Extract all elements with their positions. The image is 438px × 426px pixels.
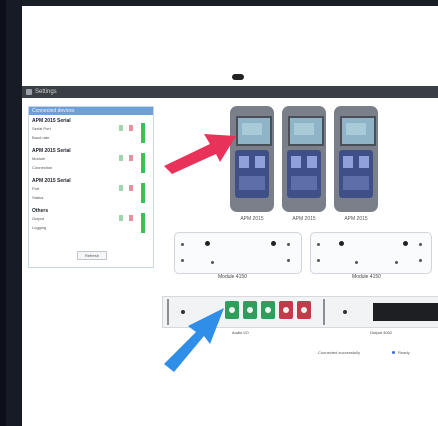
window-titlebar: Settings	[22, 86, 438, 98]
side-group[interactable]: APM 2015 Serial Port Status	[29, 175, 153, 205]
refresh-button[interactable]: Refresh	[77, 251, 107, 260]
blue-arrow-icon	[164, 308, 224, 372]
status-indicator	[119, 155, 123, 161]
strip-label: Output 4002	[370, 330, 393, 335]
device-keypad	[339, 150, 373, 198]
device-screen	[340, 116, 376, 146]
side-group-title: APM 2015 Serial	[32, 178, 71, 184]
side-row: Connection	[32, 165, 53, 170]
side-panel-header: Connected devices	[29, 107, 153, 115]
toolbar-logo-icon	[232, 74, 244, 80]
side-group-title: APM 2015 Serial	[32, 118, 71, 124]
channel-tile[interactable]	[261, 301, 275, 319]
status-ready: Ready	[398, 350, 410, 355]
channel-tile[interactable]	[279, 301, 293, 319]
status-indicator	[119, 185, 123, 191]
status-indicator	[129, 185, 133, 191]
app-window: Settings Connected devices APM 2015 Seri…	[22, 72, 438, 372]
status-indicator	[129, 215, 133, 221]
output-block[interactable]	[373, 303, 438, 321]
side-group[interactable]: APM 2015 Serial Serial Port Baud rate	[29, 115, 153, 145]
status-indicator	[129, 125, 133, 131]
device-label: APM 2015	[292, 216, 316, 222]
device-card[interactable]	[334, 106, 378, 212]
status-indicator	[141, 153, 145, 173]
device-label: APM 2015	[240, 216, 264, 222]
knob-icon	[205, 241, 210, 246]
channel-tile[interactable]	[297, 301, 311, 319]
device-screen	[288, 116, 324, 146]
side-row: Port	[32, 186, 40, 191]
status-indicator	[119, 125, 123, 131]
knob-icon	[271, 241, 276, 246]
status-indicator	[141, 123, 145, 143]
status-dot-icon	[392, 351, 395, 354]
device-label: APM 2015	[344, 216, 368, 222]
side-group[interactable]: APM 2015 Serial Module Connection	[29, 145, 153, 175]
status-indicator	[129, 155, 133, 161]
side-row: Output	[32, 216, 45, 221]
side-group[interactable]: Others Output Logging	[29, 205, 153, 235]
side-row: Module	[32, 156, 46, 161]
module-label: Module 4150	[218, 274, 247, 280]
status-message: Connected successfully	[318, 350, 361, 355]
left-edge-shade	[0, 0, 6, 426]
side-row: Baud rate	[32, 135, 50, 140]
knob-icon	[339, 241, 344, 246]
channel-tile[interactable]	[243, 301, 257, 319]
side-row: Status	[32, 195, 44, 200]
knob-icon	[403, 241, 408, 246]
side-panel: Connected devices APM 2015 Serial Serial…	[28, 106, 154, 268]
device-card[interactable]	[282, 106, 326, 212]
status-indicator	[141, 183, 145, 203]
port-icon	[343, 310, 347, 314]
module-panel[interactable]	[310, 232, 432, 274]
side-row: Logging	[32, 225, 47, 230]
module-label: Module 4150	[352, 274, 381, 280]
side-group-title: APM 2015 Serial	[32, 148, 71, 154]
red-arrow-icon	[164, 134, 236, 174]
module-panel[interactable]	[174, 232, 302, 274]
window-title: Settings	[35, 89, 57, 95]
channel-tile[interactable]	[225, 301, 239, 319]
device-keypad	[235, 150, 269, 198]
top-edge-bar	[0, 0, 438, 6]
device-screen	[236, 116, 272, 146]
status-indicator	[141, 213, 145, 233]
side-row: Serial Port	[32, 126, 51, 131]
app-icon	[26, 89, 32, 95]
side-group-title: Others	[32, 208, 49, 214]
status-indicator	[119, 215, 123, 221]
strip-label: Audio I/O	[232, 330, 249, 335]
device-keypad	[287, 150, 321, 198]
